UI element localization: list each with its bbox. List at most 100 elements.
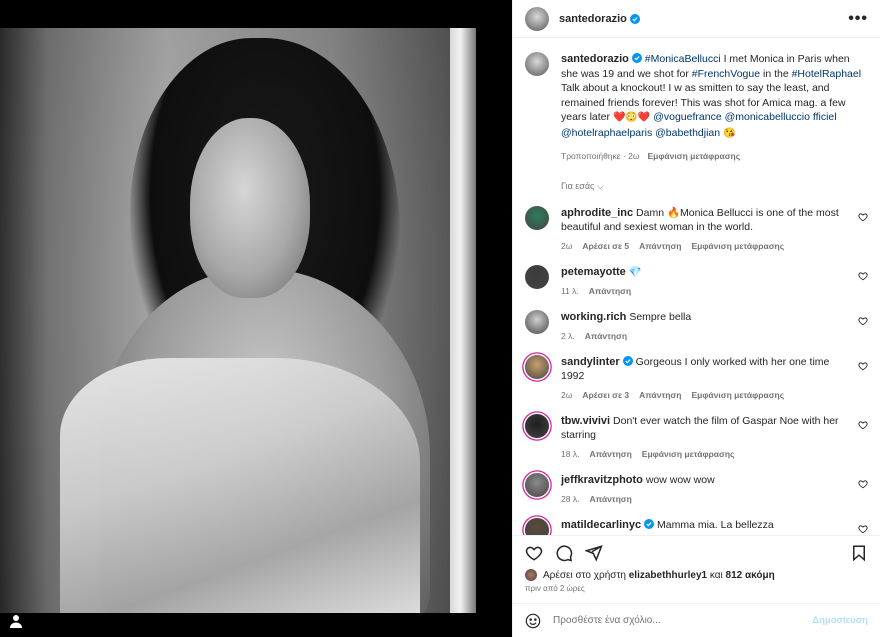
reply-button[interactable]: Απάντηση [589,494,631,504]
mention-link[interactable]: @hotelraphaelparis [561,127,652,139]
hashtag-link[interactable]: #MonicaBellucci [645,53,721,65]
comment-bubble-icon[interactable] [555,544,573,562]
comment-body: Mamma mia. La bellezza [657,519,774,531]
likes-middle: και [707,569,726,581]
likes-prefix: Αρέσει στο χρήστη [543,569,629,581]
add-comment-bar: Δημοσίευση [513,603,880,637]
comment-text: tbw.vivivi Don't ever watch the film of … [561,414,846,442]
mention-link[interactable]: @monicabelluccio fficiel [725,111,837,123]
comment-text: aphrodite_inc Damn 🔥Monica Bellucci is o… [561,206,846,234]
comment-text: petemayotte 💎 [561,265,846,279]
comment-likes[interactable]: Αρέσει σε 3 [582,390,629,400]
author-avatar[interactable] [525,6,549,31]
comment-like-heart-icon[interactable] [858,212,868,222]
reply-button[interactable]: Απάντηση [585,331,627,341]
commenter-avatar[interactable] [525,518,549,535]
see-translation-button[interactable]: Εμφάνιση μετάφρασης [642,449,735,459]
reply-button[interactable]: Απάντηση [589,449,631,459]
hashtag-link[interactable]: #FrenchVogue [692,68,760,80]
likes-count[interactable]: 812 ακόμη [726,570,775,581]
caption-edited: Τροποποιήθηκε · 2ω [561,151,640,161]
verified-badge-icon [622,356,633,366]
post-media[interactable] [0,0,512,637]
comment-item: jeffkravitzphoto wow wow wow 28 λ. Απάντ… [525,473,868,504]
commenter-avatar[interactable] [525,206,549,230]
caption-username[interactable]: santedorazio [561,53,629,65]
comment-like-heart-icon[interactable] [858,420,868,430]
comment-time[interactable]: 18 λ. [561,449,579,459]
commenter-avatar[interactable] [525,355,549,379]
liker-username[interactable]: elizabethhurley1 [629,570,707,581]
posted-time[interactable]: πριν από 2 ώρες [513,581,880,593]
comment-time[interactable]: 11 λ. [561,286,579,296]
comment-like-heart-icon[interactable] [858,524,868,534]
commenter-username[interactable]: aphrodite_inc [561,207,633,219]
comment-meta: 18 λ. Απάντηση Εμφάνιση μετάφρασης [561,449,846,459]
share-send-icon[interactable] [585,544,603,562]
liker-avatar[interactable] [525,569,537,581]
post-photo[interactable] [0,28,476,613]
comment-item: sandylinter Gorgeous I only worked with … [525,355,868,400]
see-translation-button[interactable]: Εμφάνιση μετάφρασης [691,241,784,251]
comment-like-heart-icon[interactable] [858,271,868,281]
comment-likes[interactable]: Αρέσει σε 5 [582,241,629,251]
comment-like-heart-icon[interactable] [858,316,868,326]
like-heart-icon[interactable] [525,544,543,562]
commenter-username[interactable]: petemayotte [561,266,626,278]
user-tag-icon[interactable] [8,613,24,629]
comments-scroll[interactable]: santedorazio #MonicaBellucci I met Monic… [513,38,880,535]
comment-like-heart-icon[interactable] [858,361,868,371]
comment-item: matildecarlinyc Mamma mia. La bellezza [525,518,868,535]
caption-emojis: ❤️😳❤️ [612,112,651,123]
comment-meta: 2 λ. Απάντηση [561,331,846,341]
comment-input[interactable] [553,615,801,626]
commenter-username[interactable]: tbw.vivivi [561,415,610,427]
see-translation-button[interactable]: Εμφάνιση μετάφρασης [691,390,784,400]
emoji-smiley-icon[interactable] [525,613,541,629]
more-options-button[interactable]: ••• [848,10,868,28]
comment-item: petemayotte 💎 11 λ. Απάντηση [525,265,868,296]
commenter-username[interactable]: working.rich [561,311,626,323]
see-translation-button[interactable]: Εμφάνιση μετάφρασης [647,151,740,161]
reply-button[interactable]: Απάντηση [589,286,631,296]
reply-button[interactable]: Απάντηση [639,241,681,251]
caption: santedorazio #MonicaBellucci I met Monic… [525,52,868,161]
comment-time[interactable]: 2ω [561,241,572,251]
side-panel: santedorazio ••• santedorazio #MonicaBel… [512,0,880,637]
likes-text: Αρέσει στο χρήστη elizabethhurley1 και 8… [543,570,775,581]
comment-body: 💎 [628,266,642,278]
comment-time[interactable]: 2ω [561,390,572,400]
commenter-avatar[interactable] [525,473,549,497]
comment-meta: 2ω Αρέσει σε 3 Απάντηση Εμφάνιση μετάφρα… [561,390,846,400]
commenter-avatar[interactable] [525,414,549,438]
comment-text: matildecarlinyc Mamma mia. La bellezza [561,518,846,532]
commenter-username[interactable]: sandylinter [561,356,620,368]
comment-time[interactable]: 2 λ. [561,331,575,341]
mention-link[interactable]: @voguefrance [653,111,721,123]
caption-avatar[interactable] [525,52,549,76]
comment-list: aphrodite_inc Damn 🔥Monica Bellucci is o… [525,206,868,535]
bookmark-icon[interactable] [850,544,868,562]
for-you-toggle[interactable]: Για εσάς ⌵ [561,181,868,192]
hashtag-link[interactable]: #HotelRaphael [792,68,861,80]
post-header: santedorazio ••• [513,0,880,38]
comment-body: wow wow wow [645,474,715,486]
mention-link[interactable]: @babethdjian [655,127,720,139]
action-bar [513,535,880,569]
comment-time[interactable]: 28 λ. [561,494,579,504]
caption-part: in the [760,67,792,80]
comment-body: Sempre bella [629,311,692,323]
author-username[interactable]: santedorazio [559,13,627,25]
commenter-username[interactable]: jeffkravitzphoto [561,474,643,486]
commenter-username[interactable]: matildecarlinyc [561,519,641,531]
comment-meta: 2ω Αρέσει σε 5 Απάντηση Εμφάνιση μετάφρα… [561,241,846,251]
commenter-avatar[interactable] [525,310,549,334]
post-modal: santedorazio ••• santedorazio #MonicaBel… [0,0,880,637]
comment-text: jeffkravitzphoto wow wow wow [561,473,846,487]
commenter-avatar[interactable] [525,265,549,289]
comment-meta: 28 λ. Απάντηση [561,494,846,504]
reply-button[interactable]: Απάντηση [639,390,681,400]
post-comment-button[interactable]: Δημοσίευση [812,615,868,626]
caption-emoji: 😘 [723,127,736,139]
comment-like-heart-icon[interactable] [858,479,868,489]
